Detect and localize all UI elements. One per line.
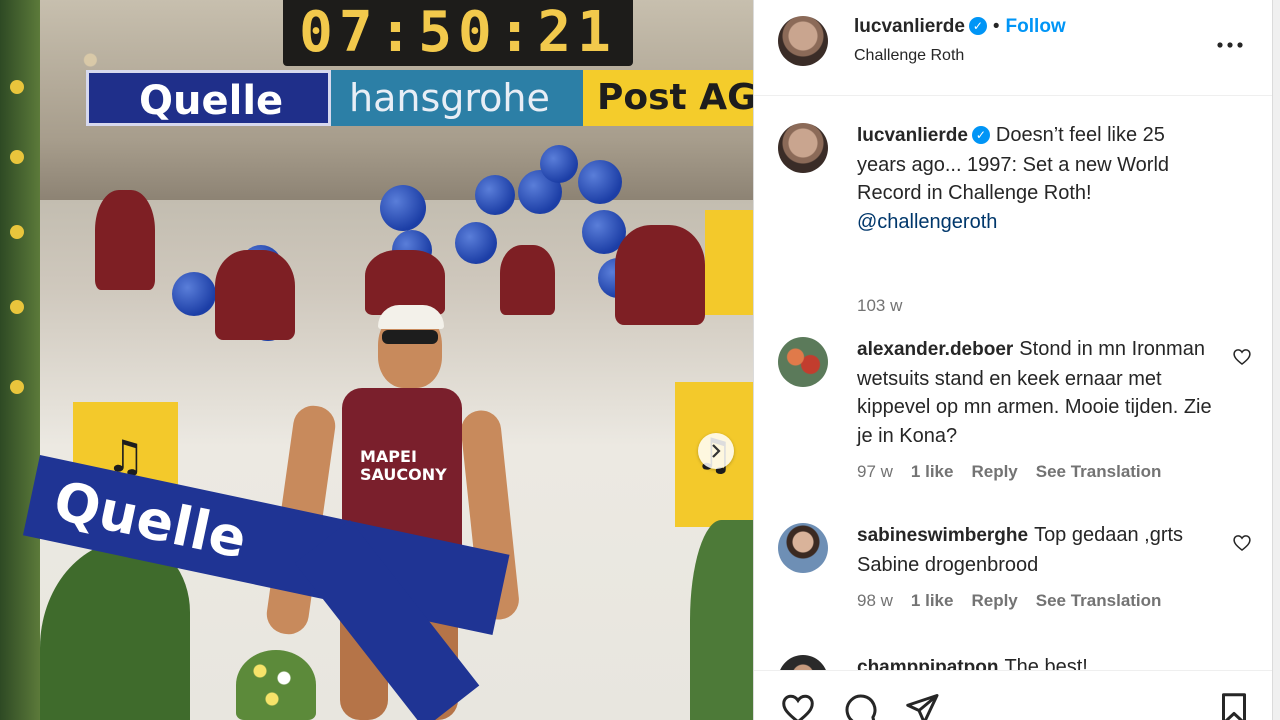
comment-body: The best! bbox=[1004, 656, 1088, 670]
flower-bouquet bbox=[236, 650, 316, 720]
post-location[interactable]: Challenge Roth bbox=[854, 47, 964, 65]
spectator bbox=[500, 245, 555, 315]
author-username[interactable]: lucvanlierde bbox=[854, 16, 965, 37]
verified-badge-icon: ✓ bbox=[971, 126, 990, 144]
post-sign-top-right bbox=[705, 210, 753, 315]
balloon bbox=[455, 222, 497, 264]
heart-icon[interactable] bbox=[1232, 533, 1252, 553]
comment-text: alexander.deboer Stond in mn Ironman wets… bbox=[857, 335, 1217, 450]
balloon bbox=[578, 160, 622, 204]
comment-item: sabineswimberghe Top gedaan ,grts Sabine … bbox=[778, 521, 1251, 631]
banner-hansgrohe: hansgrohe bbox=[331, 70, 583, 126]
see-translation-button[interactable]: See Translation bbox=[1036, 591, 1162, 610]
spectator bbox=[95, 190, 155, 290]
spectator bbox=[215, 250, 295, 340]
comment-icon[interactable] bbox=[842, 691, 878, 720]
verified-badge-icon: ✓ bbox=[968, 17, 987, 35]
post-actions-bar bbox=[754, 670, 1273, 720]
heart-icon[interactable] bbox=[780, 691, 816, 720]
post-header: lucvanlierde ✓ • Follow Challenge Roth bbox=[754, 0, 1273, 96]
caption-username[interactable]: lucvanlierde bbox=[857, 125, 968, 146]
avatar[interactable] bbox=[778, 123, 828, 173]
bookmark-icon[interactable] bbox=[1216, 691, 1252, 720]
avatar[interactable] bbox=[778, 337, 828, 387]
comment-meta: 98 w 1 like Reply See Translation bbox=[857, 591, 1179, 611]
separator-dot: • bbox=[992, 16, 1000, 37]
race-clock: 07:50:21 bbox=[283, 0, 633, 66]
runner-cap bbox=[378, 305, 444, 329]
balloon bbox=[172, 272, 216, 316]
more-options-button[interactable] bbox=[1216, 30, 1244, 56]
next-slide-button[interactable] bbox=[698, 433, 734, 469]
avatar[interactable] bbox=[778, 523, 828, 573]
comment-meta: 97 w 1 like Reply See Translation bbox=[857, 462, 1179, 482]
balloon bbox=[380, 185, 426, 231]
post-details-panel: lucvanlierde ✓ • Follow Challenge Roth lucv… bbox=[753, 0, 1273, 720]
comments-list[interactable]: lucvanlierde ✓ Doesn’t feel like 25 years … bbox=[754, 97, 1273, 670]
heart-icon[interactable] bbox=[1232, 347, 1252, 367]
reply-button[interactable]: Reply bbox=[971, 462, 1017, 481]
header-title-row: lucvanlierde ✓ • Follow bbox=[854, 16, 1066, 38]
comment-age[interactable]: 97 w bbox=[857, 462, 893, 481]
bushes-right bbox=[690, 520, 753, 720]
reply-button[interactable]: Reply bbox=[971, 591, 1017, 610]
comment-item: alexander.deboer Stond in mn Ironman wets… bbox=[778, 335, 1251, 495]
singlet-sponsor-text: MAPEI SAUCONY bbox=[360, 447, 447, 484]
comment-likes[interactable]: 1 like bbox=[911, 462, 954, 481]
see-translation-button[interactable]: See Translation bbox=[1036, 462, 1162, 481]
mention-link[interactable]: @challengeroth bbox=[857, 211, 997, 233]
caption-text: lucvanlierde ✓ Doesn’t feel like 25 years … bbox=[857, 121, 1217, 236]
caption-age[interactable]: 103 w bbox=[857, 296, 902, 315]
caption: lucvanlierde ✓ Doesn’t feel like 25 years … bbox=[778, 121, 1248, 315]
runner-sunglasses bbox=[382, 330, 438, 344]
flower-garland bbox=[0, 0, 40, 720]
follow-button[interactable]: Follow bbox=[1006, 16, 1066, 37]
comment-username[interactable]: alexander.deboer bbox=[857, 339, 1013, 360]
balloon bbox=[540, 145, 578, 183]
comment-likes[interactable]: 1 like bbox=[911, 591, 954, 610]
chevron-right-icon bbox=[712, 444, 721, 458]
comment-username[interactable]: champpipatpon bbox=[857, 657, 998, 670]
comment-username[interactable]: sabineswimberghe bbox=[857, 525, 1028, 546]
bushes-left bbox=[40, 540, 190, 720]
comment-text: sabineswimberghe Top gedaan ,grts Sabine … bbox=[857, 521, 1217, 579]
avatar[interactable] bbox=[778, 16, 828, 66]
post-photo[interactable]: 07:50:21 Quelle hansgrohe Post AG ♫ ♫ MA… bbox=[0, 0, 753, 720]
balloon bbox=[475, 175, 515, 215]
caption-meta: 103 w bbox=[857, 296, 920, 316]
banner-quelle: Quelle bbox=[86, 70, 331, 126]
banner-post-ag: Post AG bbox=[583, 70, 753, 126]
comment-item: champpipatpon The best! bbox=[778, 653, 1248, 670]
avatar[interactable] bbox=[778, 655, 828, 670]
spectator bbox=[615, 225, 705, 325]
send-icon[interactable] bbox=[904, 691, 940, 720]
more-horizontal-icon bbox=[1217, 42, 1243, 48]
window-edge bbox=[1272, 0, 1280, 720]
comment-age[interactable]: 98 w bbox=[857, 591, 893, 610]
comment-text: champpipatpon The best! bbox=[857, 653, 1217, 670]
